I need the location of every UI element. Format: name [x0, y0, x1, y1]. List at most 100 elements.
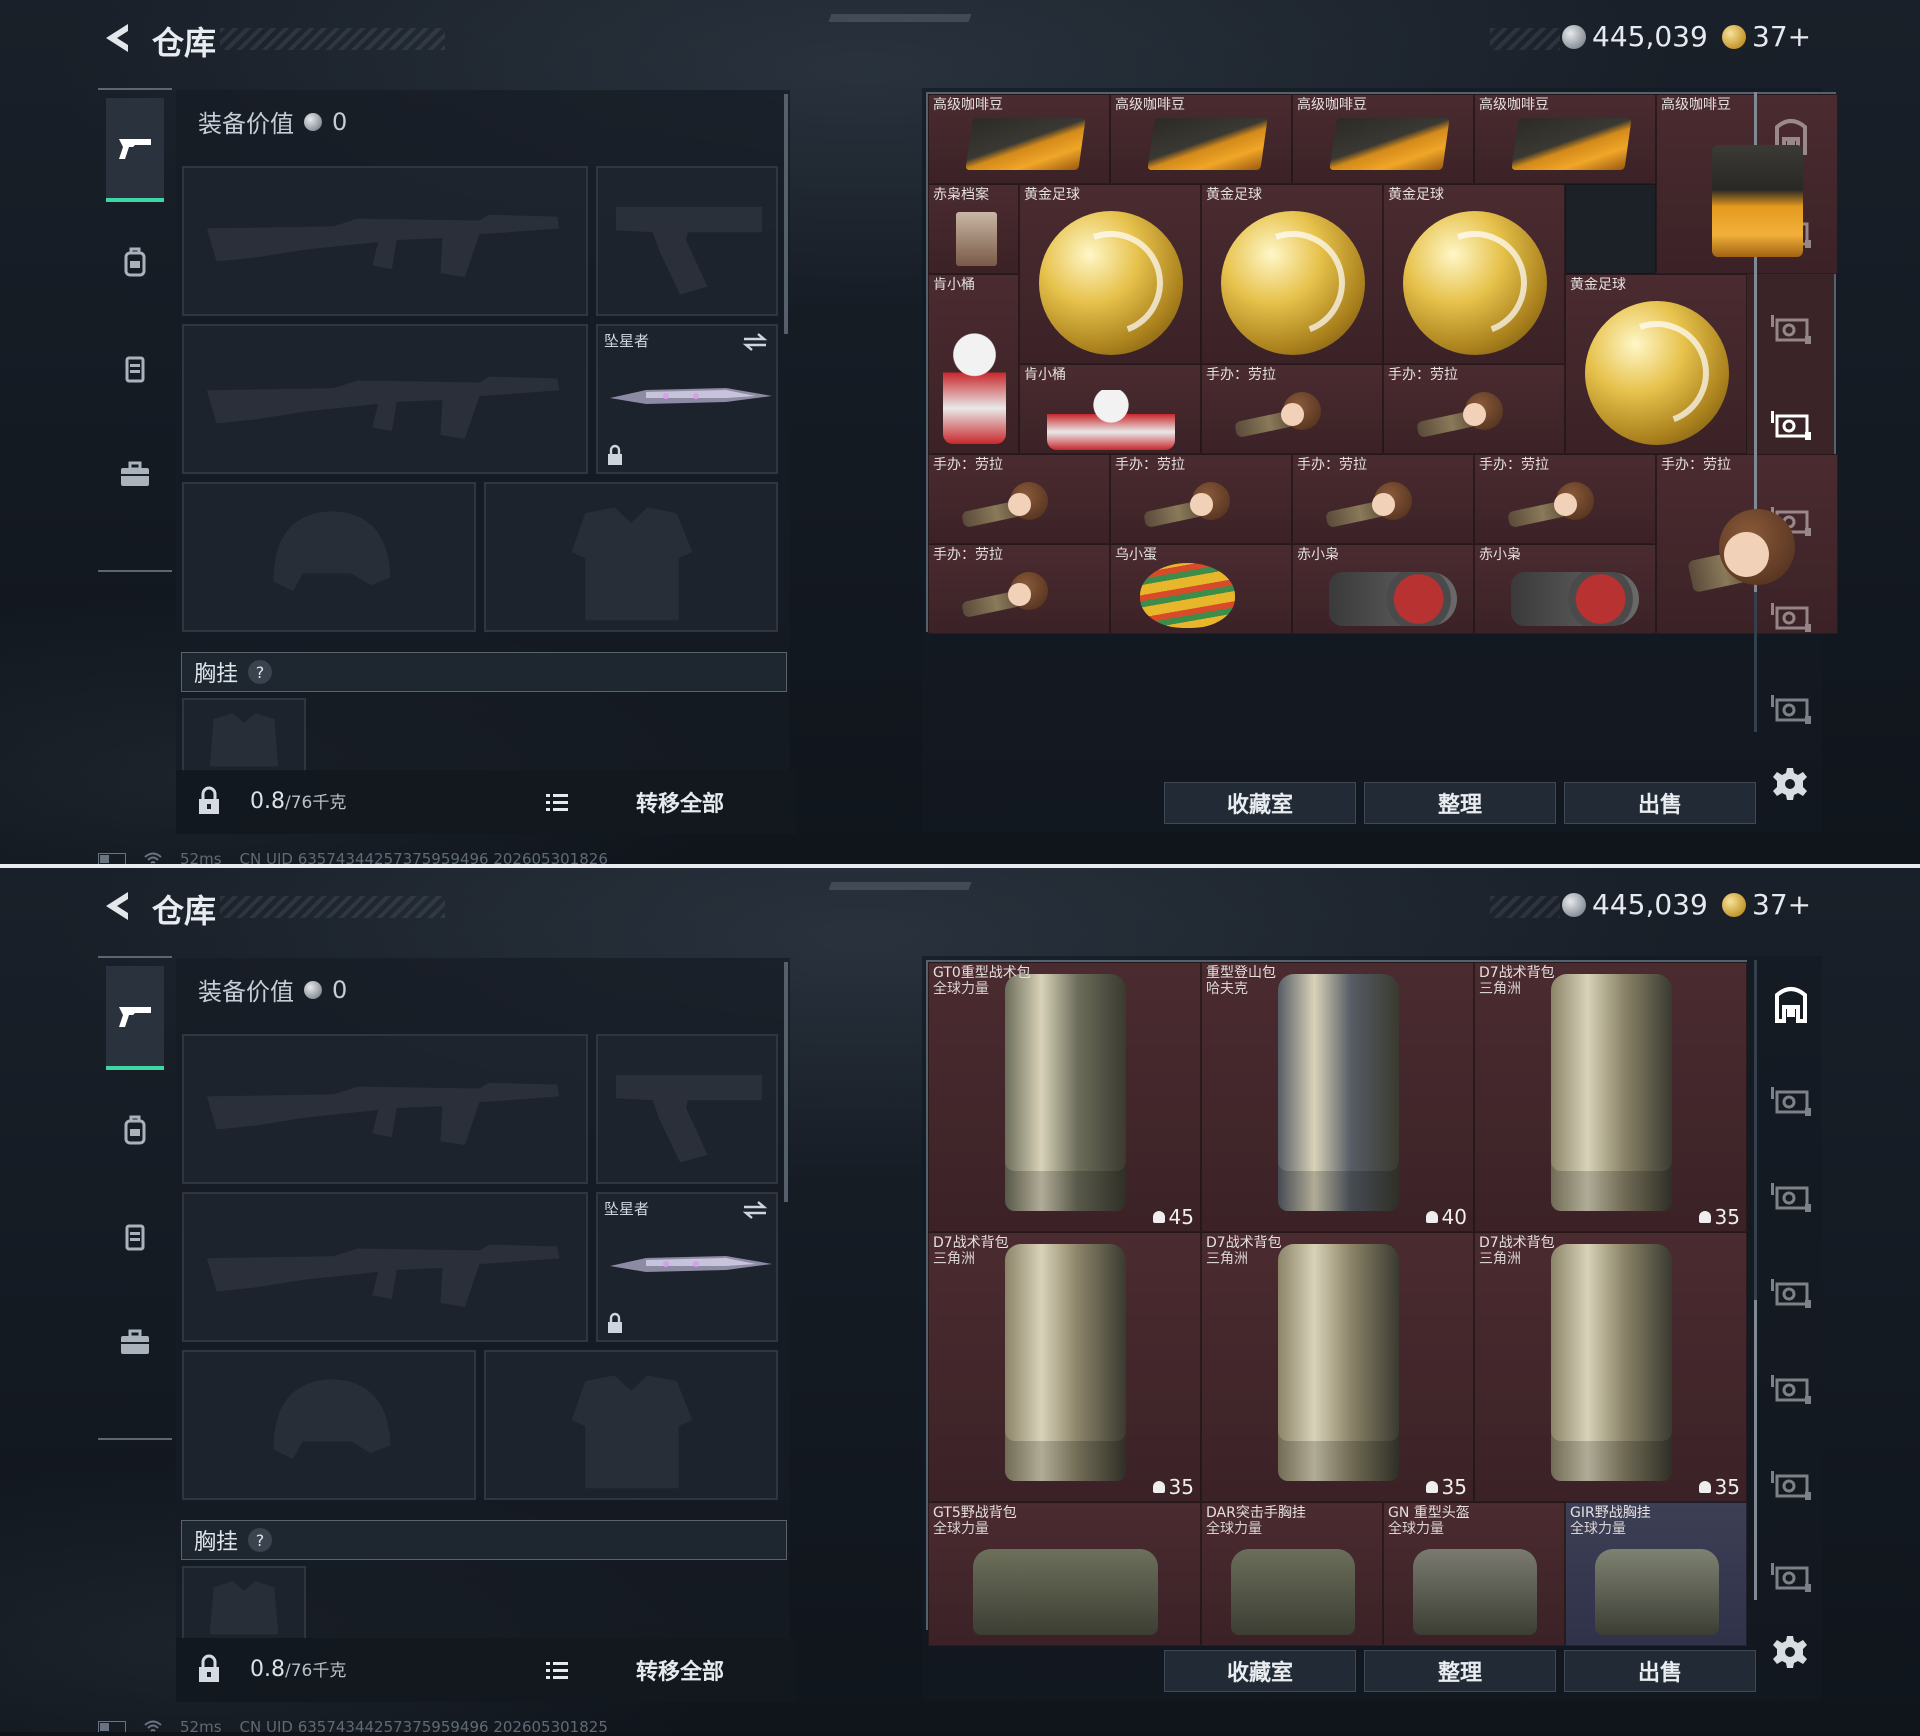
- secondary-weapon-slot[interactable]: [182, 1192, 588, 1342]
- chest-rig-header[interactable]: 胸挂 ?: [181, 1520, 787, 1560]
- storage-tab-icon: [1771, 1087, 1811, 1116]
- storage-item[interactable]: 乌小蛋: [1110, 544, 1292, 634]
- tab-backpack[interactable]: [106, 210, 164, 314]
- storage-item[interactable]: 手办：劳拉: [1656, 454, 1838, 634]
- transfer-all-button[interactable]: 转移全部: [636, 786, 724, 818]
- storage-tab-6[interactable]: [1766, 684, 1816, 734]
- storage-tab-6[interactable]: [1766, 1552, 1816, 1602]
- storage-tab-1[interactable]: [1766, 1076, 1816, 1126]
- storage-item[interactable]: 高级咖啡豆: [928, 94, 1110, 184]
- help-icon[interactable]: ?: [248, 660, 273, 684]
- storage-tab-4[interactable]: [1766, 1364, 1816, 1414]
- collection-room-button[interactable]: 收藏室: [1164, 782, 1356, 824]
- swap-icon[interactable]: [742, 1200, 768, 1220]
- empty-slot[interactable]: [1565, 184, 1656, 274]
- armor-slot[interactable]: [484, 1350, 778, 1500]
- storage-item[interactable]: 高级咖啡豆: [1292, 94, 1474, 184]
- storage-item[interactable]: 赤小枭: [1292, 544, 1474, 634]
- primary-weapon-slot[interactable]: [182, 1034, 588, 1184]
- organize-button[interactable]: 整理: [1364, 1650, 1556, 1692]
- gold-coin-icon: [1722, 892, 1746, 917]
- storage-tab-3[interactable]: [1766, 400, 1816, 450]
- armor-slot[interactable]: [484, 482, 778, 632]
- tab-weapons[interactable]: [106, 966, 164, 1070]
- gold-football-icon: [1039, 211, 1183, 355]
- chest-rig-header[interactable]: 胸挂 ?: [181, 652, 787, 692]
- storage-item[interactable]: 黄金足球: [1565, 274, 1747, 454]
- storage-item[interactable]: GT0重型战术包 全球力量 45: [928, 962, 1201, 1232]
- primary-weapon-slot[interactable]: [182, 166, 588, 316]
- chest-rig-label: 胸挂: [194, 1530, 239, 1555]
- helmet-slot[interactable]: [182, 482, 476, 632]
- storage-item[interactable]: 黄金足球: [1201, 184, 1383, 364]
- tab-case[interactable]: [106, 422, 164, 526]
- storage-tab-2[interactable]: [1766, 1172, 1816, 1222]
- back-arrow-icon[interactable]: [98, 18, 138, 58]
- storage-item[interactable]: 手办：劳拉: [1201, 364, 1383, 454]
- capacity-icon: [1425, 1211, 1438, 1223]
- storage-item[interactable]: 黄金足球: [1383, 184, 1565, 364]
- storage-item[interactable]: DAR突击手胸挂 全球力量: [1201, 1502, 1383, 1646]
- sell-button[interactable]: 出售: [1564, 782, 1756, 824]
- storage-item[interactable]: 手办：劳拉: [928, 454, 1110, 544]
- sell-button[interactable]: 出售: [1564, 1650, 1756, 1692]
- storage-item[interactable]: 高级咖啡豆: [1474, 94, 1656, 184]
- pistol-slot[interactable]: [596, 166, 778, 316]
- item-faction: 三角洲: [1479, 1251, 1521, 1267]
- storage-item[interactable]: GN 重型头盔 全球力量: [1383, 1502, 1565, 1646]
- loadout-scrollbar[interactable]: [784, 962, 788, 1202]
- tab-weapons[interactable]: [106, 98, 164, 202]
- lock-icon[interactable]: [196, 786, 222, 816]
- gear-icon[interactable]: [1772, 1634, 1808, 1670]
- chest-rig-slot[interactable]: [182, 698, 306, 778]
- tab-vest[interactable]: [106, 1184, 164, 1288]
- secondary-weapon-slot[interactable]: [182, 324, 588, 474]
- storage-item[interactable]: D7战术背包 三角洲 35: [928, 1232, 1201, 1502]
- tab-backpack[interactable]: [106, 1078, 164, 1182]
- melee-slot[interactable]: 坠星者: [596, 1192, 778, 1342]
- storage-item[interactable]: 手办：劳拉: [1474, 454, 1656, 544]
- storage-item[interactable]: GT5野战背包 全球力量: [928, 1502, 1201, 1646]
- storage-item[interactable]: 赤小枭: [1474, 544, 1656, 634]
- storage-item[interactable]: 手办：劳拉: [1292, 454, 1474, 544]
- loadout-scrollbar[interactable]: [784, 94, 788, 334]
- storage-tab-2[interactable]: [1766, 304, 1816, 354]
- storage-item[interactable]: 手办：劳拉: [1383, 364, 1565, 454]
- storage-item[interactable]: 肯小桶: [1019, 364, 1201, 454]
- storage-item[interactable]: 手办：劳拉: [1110, 454, 1292, 544]
- item-faction: 全球力量: [1388, 1521, 1444, 1537]
- organize-button[interactable]: 整理: [1364, 782, 1556, 824]
- pistol-slot[interactable]: [596, 1034, 778, 1184]
- tab-vest[interactable]: [106, 316, 164, 420]
- storage-item[interactable]: D7战术背包 三角洲 35: [1474, 1232, 1747, 1502]
- collection-room-button[interactable]: 收藏室: [1164, 1650, 1356, 1692]
- list-icon[interactable]: [544, 790, 570, 816]
- storage-item[interactable]: 赤枭档案: [928, 184, 1019, 274]
- storage-item[interactable]: 肯小桶: [928, 274, 1019, 454]
- gear-icon[interactable]: [1772, 766, 1808, 802]
- storage-item[interactable]: 黄金足球: [1019, 184, 1201, 364]
- transfer-all-button[interactable]: 转移全部: [636, 1654, 724, 1686]
- storage-item[interactable]: 重型登山包 哈夫克 40: [1201, 962, 1474, 1232]
- swap-icon[interactable]: [742, 332, 768, 352]
- melee-slot[interactable]: 坠星者: [596, 324, 778, 474]
- storage-scrollbar[interactable]: [1754, 960, 1757, 1600]
- tab-case[interactable]: [106, 1290, 164, 1394]
- list-icon[interactable]: [544, 1658, 570, 1684]
- gold-currency[interactable]: 37+: [1722, 888, 1811, 921]
- helmet-slot[interactable]: [182, 1350, 476, 1500]
- storage-item[interactable]: D7战术背包 三角洲 35: [1474, 962, 1747, 1232]
- storage-item[interactable]: 手办：劳拉: [928, 544, 1110, 634]
- back-arrow-icon[interactable]: [98, 886, 138, 926]
- help-icon[interactable]: ?: [248, 1528, 273, 1552]
- storage-item[interactable]: 高级咖啡豆: [1110, 94, 1292, 184]
- lock-icon[interactable]: [196, 1654, 222, 1684]
- storage-item[interactable]: D7战术背包 三角洲 35: [1201, 1232, 1474, 1502]
- safe-tab[interactable]: [1766, 980, 1816, 1030]
- storage-tab-3[interactable]: [1766, 1268, 1816, 1318]
- gold-currency[interactable]: 37+: [1722, 20, 1811, 53]
- storage-tab-5[interactable]: [1766, 1460, 1816, 1510]
- briefcase-icon: [121, 461, 149, 486]
- storage-item[interactable]: GIR野战胸挂 全球力量: [1565, 1502, 1747, 1646]
- chest-rig-slot[interactable]: [182, 1566, 306, 1646]
